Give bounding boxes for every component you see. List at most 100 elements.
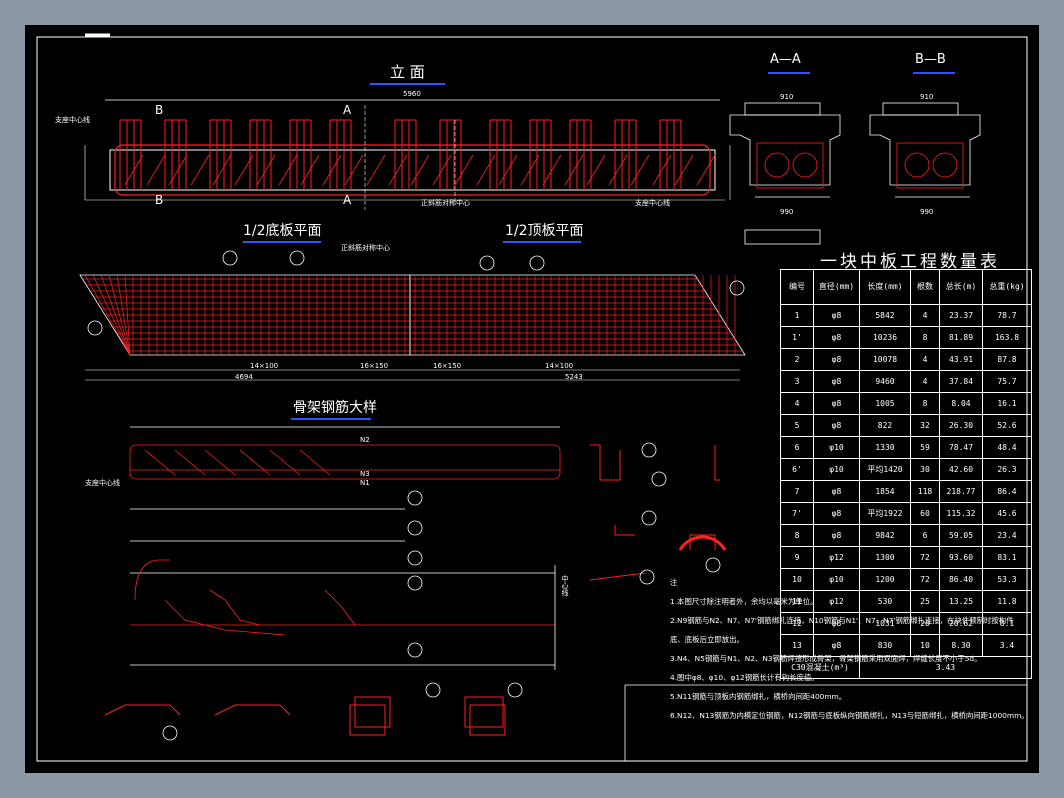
label-bar-n2: N2 xyxy=(360,436,370,444)
diagonal-bar xyxy=(454,154,474,186)
section-a xyxy=(729,102,841,245)
title-half-top-plan: 1/2顶板平面 xyxy=(505,223,584,239)
title-skeleton-underline xyxy=(291,418,371,420)
label-bar-n3: N3 xyxy=(360,470,370,478)
skeleton-diagonal xyxy=(144,449,176,476)
label-dim-14x100-right: 14×100 xyxy=(545,362,574,370)
table-cell: 1854 xyxy=(859,480,911,503)
table-cell: 4 xyxy=(910,348,940,371)
callout-bubble xyxy=(162,725,178,741)
table-row: 4 φ8 1005 8 8.04 16.1 xyxy=(780,392,1032,415)
table-cell: 45.6 xyxy=(982,502,1032,525)
table-cell: φ8 xyxy=(813,348,860,371)
bar-bends xyxy=(589,444,727,581)
table-cell: φ8 xyxy=(813,370,860,393)
table-cell: 48.4 xyxy=(982,436,1032,459)
table-cell: 1300 xyxy=(859,546,911,569)
label-bar-n1: N1 xyxy=(360,479,370,487)
diagonal-bar xyxy=(366,154,386,186)
skeleton-diagonal xyxy=(204,449,236,476)
table-cell: φ8 xyxy=(813,326,860,349)
table-header-cell: 编号 xyxy=(780,269,814,305)
skeleton-diagonal xyxy=(269,449,301,476)
table-row: 6 φ10 1330 59 78.47 48.4 xyxy=(780,436,1032,459)
table-cell: 4 xyxy=(910,370,940,393)
table-cell: 78.7 xyxy=(982,304,1032,327)
table-cell: 8 xyxy=(780,524,814,547)
diagonal-bar xyxy=(212,154,232,186)
callout-bubble xyxy=(407,550,423,566)
table-cell: φ8 xyxy=(813,392,860,415)
table-header-cell: 总重(kg) xyxy=(982,269,1032,305)
label-oblique-center: 正斜筋对称中心 xyxy=(421,199,470,207)
table-cell: φ10 xyxy=(813,458,860,481)
diagonal-bar xyxy=(630,154,650,186)
label-width-990-b: 990 xyxy=(920,208,934,216)
table-cell: 59.05 xyxy=(939,524,983,547)
table-cell: 43.91 xyxy=(939,348,983,371)
table-cell: 81.89 xyxy=(939,326,983,349)
diagonal-bar xyxy=(674,154,694,186)
title-elevation: 立 面 xyxy=(390,63,425,81)
table-cell: 10078 xyxy=(859,348,911,371)
note-item: 5.N11钢筋与顶板内钢筋绑扎，横桥向间距400mm。 xyxy=(670,692,847,701)
notes-block: 注 1.本图尺寸除注明者外，余均以毫米为单位。 2.N9钢筋与N2、N7、N7'… xyxy=(670,573,1035,725)
table-cell: 218.77 xyxy=(939,480,983,503)
label-skeleton-bearing: 支座中心线 xyxy=(85,479,120,487)
note-item: 3.N4、N5钢筋与N1、N2、N3钢筋焊接形成骨架，骨架钢筋采用双面焊，焊缝长… xyxy=(670,654,982,663)
table-cell: φ10 xyxy=(813,436,860,459)
table-row: 3 φ8 9460 4 37.84 75.7 xyxy=(780,370,1032,393)
diagonal-bar xyxy=(564,154,584,186)
title-half-top-underline xyxy=(503,241,581,243)
diagonal-bar xyxy=(278,154,298,186)
label-width-990-a: 990 xyxy=(780,208,794,216)
diagonal-bar xyxy=(388,154,408,186)
table-cell: 26.30 xyxy=(939,414,983,437)
bottom-details xyxy=(104,696,506,736)
table-cell: 60 xyxy=(910,502,940,525)
table-cell: 59 xyxy=(910,436,940,459)
diagonal-bar xyxy=(322,154,342,186)
title-section-b-underline xyxy=(913,72,955,74)
diagonal-bar xyxy=(432,154,452,186)
table-cell: 6 xyxy=(910,524,940,547)
diagonal-bar xyxy=(542,154,562,186)
table-header-cell: 直径(mm) xyxy=(813,269,860,305)
table-cell: 163.8 xyxy=(982,326,1032,349)
note-item: 底、底板后立即放出。 xyxy=(670,635,744,644)
label-width-910-a: 910 xyxy=(780,93,794,101)
callout-bubble xyxy=(407,520,423,536)
label-mark-a-bottom: A xyxy=(343,193,352,207)
table-cell: φ8 xyxy=(813,414,860,437)
table-cell: φ12 xyxy=(813,546,860,569)
table-cell: 1005 xyxy=(859,392,911,415)
diagonal-bar xyxy=(410,154,430,186)
callout-bubble xyxy=(289,250,305,266)
table-row: 5 φ8 822 32 26.30 52.6 xyxy=(780,414,1032,437)
diagonal-bar xyxy=(476,154,496,186)
section-b xyxy=(869,102,981,198)
label-dim-14x100-left: 14×100 xyxy=(250,362,279,370)
table-cell: 1 xyxy=(780,304,814,327)
title-section-a: A—A xyxy=(770,52,801,67)
title-half-bottom-underline xyxy=(243,241,321,243)
table-cell: 30 xyxy=(910,458,940,481)
diagonal-bar xyxy=(586,154,606,186)
table-row: 1' φ8 10236 8 81.89 163.8 xyxy=(780,326,1032,349)
table-cell: 2 xyxy=(780,348,814,371)
note-item: 6.N12、N13钢筋为内模定位钢筋，N12钢筋与底板纵向钢筋绑扎，N13与短筋… xyxy=(670,711,1029,720)
label-bottom-center: 正斜筋对称中心 xyxy=(341,244,390,252)
label-total-length: 5960 xyxy=(403,90,421,98)
diagonal-bar xyxy=(256,154,276,186)
table-header-cell: 总长(m) xyxy=(939,269,983,305)
diagonal-bar xyxy=(344,154,364,186)
callout-bubble xyxy=(641,442,657,458)
table-cell: 37.84 xyxy=(939,370,983,393)
notes-title: 注 xyxy=(670,578,678,587)
callout-bubble xyxy=(641,510,657,526)
note-item: 4.图中φ8、φ10、φ12钢筋长计有钩长度值。 xyxy=(670,673,819,682)
table-row: 9 φ12 1300 72 93.60 83.1 xyxy=(780,546,1032,569)
diagonal-bar xyxy=(652,154,672,186)
callout-bubble xyxy=(639,569,655,585)
table-cell: 83.1 xyxy=(982,546,1032,569)
